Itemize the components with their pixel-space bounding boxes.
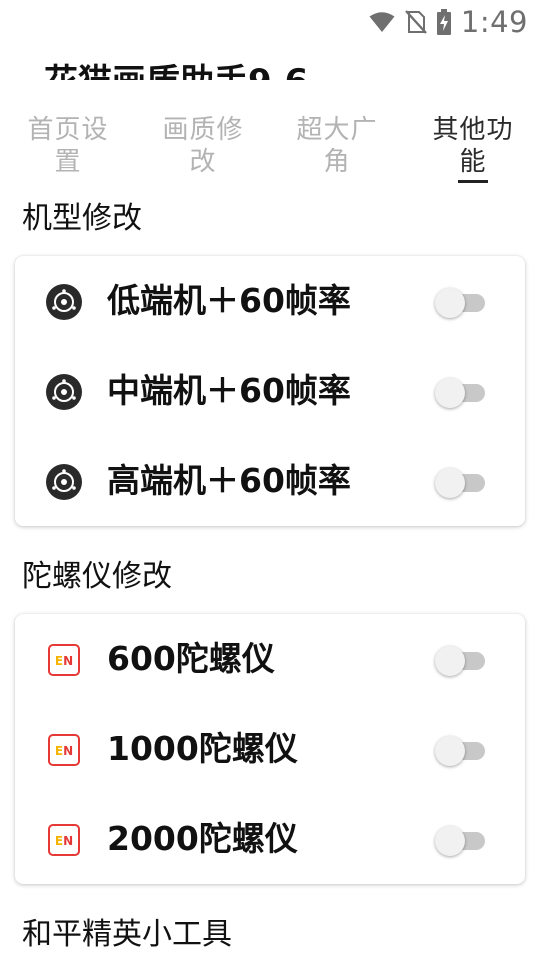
list-item-gyro-2000[interactable]: EN 2000陀螺仪 (15, 794, 525, 884)
item-label: 低端机＋60帧率 (107, 281, 351, 320)
list-item-high-end[interactable]: 高端机＋60帧率 (15, 436, 525, 526)
section-title-tools: 和平精英小工具 (22, 917, 232, 952)
en-badge-icon: EN (45, 731, 83, 769)
svg-text:EN: EN (55, 834, 73, 848)
disc-icon (45, 283, 83, 321)
gyro-2000-toggle[interactable] (435, 826, 487, 856)
disc-icon (45, 463, 83, 501)
list-item-gyro-600[interactable]: EN 600陀螺仪 (15, 614, 525, 704)
gyro-card: EN 600陀螺仪 EN 1000陀螺仪 EN 2000陀螺仪 (15, 614, 525, 884)
list-item-mid-end[interactable]: 中端机＋60帧率 (15, 346, 525, 436)
low-end-toggle[interactable] (435, 288, 487, 318)
tab-wide-angle[interactable]: 超大广角 (287, 114, 387, 178)
item-label: 2000陀螺仪 (107, 819, 298, 858)
item-label: 600陀螺仪 (107, 639, 275, 678)
status-icons: 1:49 (369, 4, 528, 40)
gyro-600-toggle[interactable] (435, 646, 487, 676)
high-end-toggle[interactable] (435, 468, 487, 498)
no-sim-icon (404, 10, 427, 34)
gyro-1000-toggle[interactable] (435, 736, 487, 766)
disc-icon (45, 373, 83, 411)
item-label: 高端机＋60帧率 (107, 461, 351, 500)
section-title-gyro: 陀螺仪修改 (22, 559, 172, 594)
mid-end-toggle[interactable] (435, 378, 487, 408)
tab-bar: 首页设置 画质修改 超大广角 其他功能 (0, 80, 540, 190)
svg-text:EN: EN (55, 744, 73, 758)
tab-quality[interactable]: 画质修改 (153, 114, 253, 178)
item-label: 中端机＋60帧率 (107, 371, 351, 410)
status-time: 1:49 (460, 5, 528, 39)
tab-other-functions[interactable]: 其他功能 (423, 114, 523, 178)
section-title-model: 机型修改 (22, 201, 142, 236)
list-item-low-end[interactable]: 低端机＋60帧率 (15, 256, 525, 346)
svg-text:EN: EN (55, 654, 73, 668)
tab-home-settings[interactable]: 首页设置 (18, 114, 118, 178)
en-badge-icon: EN (45, 641, 83, 679)
en-badge-icon: EN (45, 821, 83, 859)
battery-charging-icon (436, 9, 451, 35)
wifi-icon (369, 11, 395, 33)
status-bar: 1:49 (0, 0, 540, 44)
list-item-gyro-1000[interactable]: EN 1000陀螺仪 (15, 704, 525, 794)
item-label: 1000陀螺仪 (107, 729, 298, 768)
model-card: 低端机＋60帧率 中端机＋60帧率 高端机＋60帧率 (15, 256, 525, 526)
active-tab-indicator (458, 180, 488, 183)
